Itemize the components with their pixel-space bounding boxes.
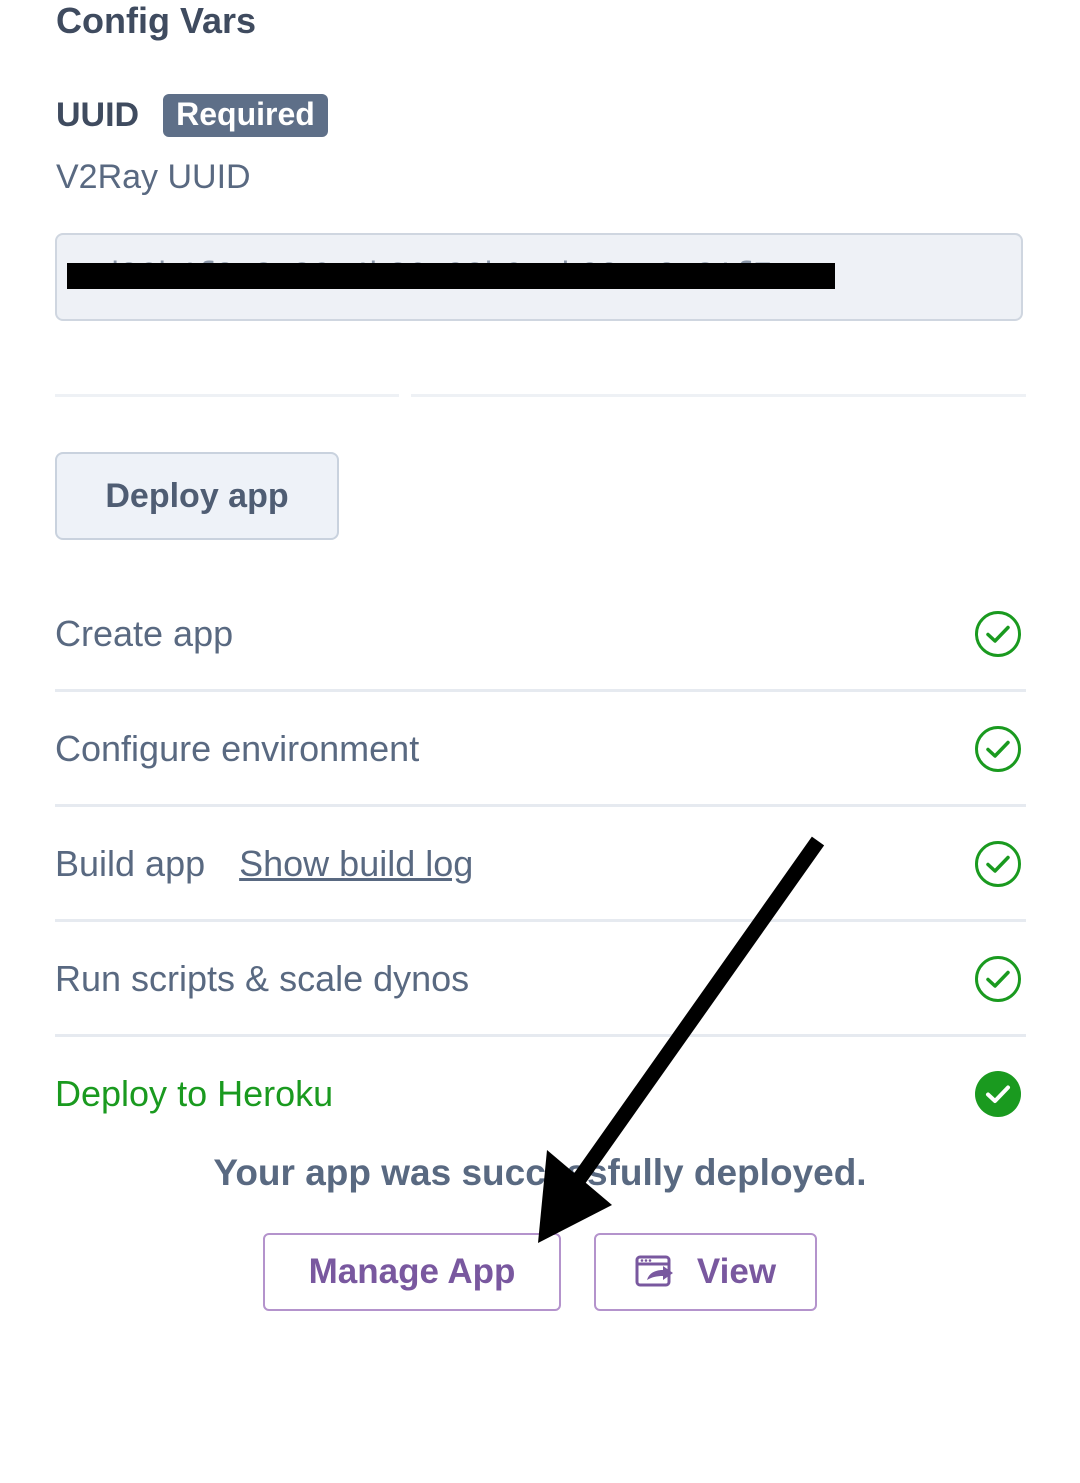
step-label: Deploy to Heroku <box>55 1073 334 1114</box>
step-run-scripts: Run scripts & scale dynos <box>55 923 1026 1037</box>
uuid-field-description: V2Ray UUID <box>56 158 251 196</box>
step-label: Create app <box>55 612 234 654</box>
external-window-icon <box>635 1255 673 1287</box>
check-circle-icon <box>975 725 1021 772</box>
show-build-log-link[interactable]: Show build log <box>239 843 473 885</box>
step-configure-environment: Configure environment <box>55 693 1026 807</box>
required-badge: Required <box>163 94 328 137</box>
manage-app-button[interactable]: Manage App <box>263 1233 561 1311</box>
redaction-bar <box>67 263 835 289</box>
uuid-label-text: UUID <box>56 96 140 134</box>
check-circle-icon <box>975 610 1021 657</box>
check-circle-icon <box>975 955 1021 1002</box>
deploy-app-button[interactable]: Deploy app <box>55 452 339 540</box>
check-circle-filled-icon <box>975 1071 1021 1117</box>
divider <box>55 394 399 397</box>
step-label: Run scripts & scale dynos <box>55 957 470 999</box>
step-create-app: Create app <box>55 578 1026 692</box>
section-title: Config Vars <box>56 0 257 41</box>
divider <box>411 394 1026 397</box>
view-app-button[interactable]: View <box>594 1233 817 1311</box>
uuid-input[interactable]: ad86b4f8-2a26-4b36-93b6-ab98cc8a21f7 <box>55 233 1023 321</box>
step-build-app: Build app Show build log <box>55 808 1026 922</box>
success-message: Your app was successfully deployed. <box>213 1152 867 1193</box>
view-button-label: View <box>696 1252 777 1291</box>
step-label: Build app <box>55 842 206 884</box>
step-deploy-to-heroku: Deploy to Heroku <box>55 1037 1026 1151</box>
check-circle-icon <box>975 840 1021 887</box>
step-label: Configure environment <box>55 727 420 769</box>
uuid-field-label: UUID Required <box>56 94 328 137</box>
